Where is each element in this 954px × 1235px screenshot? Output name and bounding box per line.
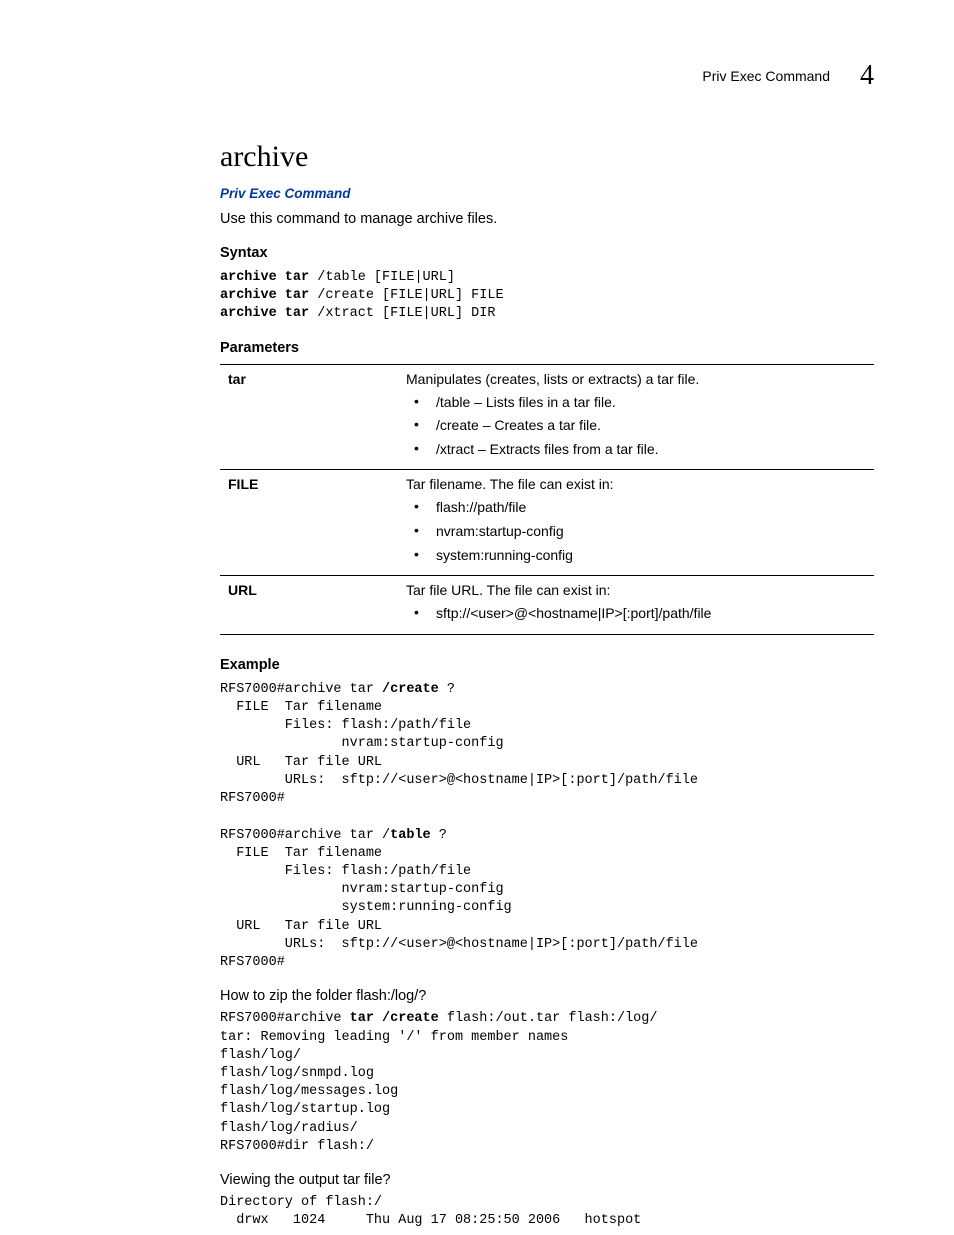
example-block: RFS7000#archive tar /create ? FILE Tar f… <box>220 681 874 973</box>
syntax-heading: Syntax <box>220 245 874 261</box>
param-cell: Tar filename. The file can exist in: fla… <box>402 470 874 576</box>
syntax-args: /create [FILE|URL] FILE <box>309 288 503 303</box>
howto-heading: Viewing the output tar file? <box>220 1172 874 1188</box>
example-heading: Example <box>220 657 874 673</box>
list-item: /table – Lists files in a tar file. <box>414 391 870 415</box>
param-bullets: /table – Lists files in a tar file. /cre… <box>406 391 870 462</box>
content: archive Priv Exec Command Use this comma… <box>220 140 874 1231</box>
param-desc: Manipulates (creates, lists or extracts)… <box>406 371 870 387</box>
param-desc: Tar file URL. The file can exist in: <box>406 582 870 598</box>
param-name: URL <box>220 576 402 635</box>
howto-block: Directory of flash:/ drwx 1024 Thu Aug 1… <box>220 1194 874 1230</box>
param-cell: Manipulates (creates, lists or extracts)… <box>402 364 874 470</box>
list-item: sftp://<user>@<hostname|IP>[:port]/path/… <box>414 602 870 626</box>
table-row: FILE Tar filename. The file can exist in… <box>220 470 874 576</box>
list-item: nvram:startup-config <box>414 520 870 544</box>
syntax-cmd: archive tar <box>220 306 309 321</box>
syntax-args: /table [FILE|URL] <box>309 270 455 285</box>
syntax-args: /xtract [FILE|URL] DIR <box>309 306 495 321</box>
example-bold: table <box>390 828 431 843</box>
description: Use this command to manage archive files… <box>220 211 874 227</box>
page-title: archive <box>220 140 874 174</box>
param-name: FILE <box>220 470 402 576</box>
param-name: tar <box>220 364 402 470</box>
howto-heading: How to zip the folder flash:/log/? <box>220 988 874 1004</box>
header-chapter-number: 4 <box>860 60 874 92</box>
page: Priv Exec Command 4 archive Priv Exec Co… <box>0 0 954 1235</box>
example-text: flash:/out.tar flash:/log/ tar: Removing… <box>220 1011 658 1154</box>
syntax-cmd: archive tar <box>220 288 309 303</box>
howto-block: RFS7000#archive tar /create flash:/out.t… <box>220 1010 874 1156</box>
syntax-block: archive tar /table [FILE|URL] archive ta… <box>220 269 874 324</box>
example-text: RFS7000#archive tar <box>220 682 382 697</box>
example-text: ? FILE Tar filename Files: flash:/path/f… <box>220 828 698 971</box>
list-item: system:running-config <box>414 544 870 568</box>
example-text: ? FILE Tar filename Files: flash:/path/f… <box>220 682 698 843</box>
param-cell: Tar file URL. The file can exist in: sft… <box>402 576 874 635</box>
breadcrumb-link[interactable]: Priv Exec Command <box>220 186 874 201</box>
example-bold: /create <box>382 682 439 697</box>
list-item: /create – Creates a tar file. <box>414 414 870 438</box>
parameters-heading: Parameters <box>220 340 874 356</box>
table-row: tar Manipulates (creates, lists or extra… <box>220 364 874 470</box>
param-bullets: sftp://<user>@<hostname|IP>[:port]/path/… <box>406 602 870 626</box>
parameters-table: tar Manipulates (creates, lists or extra… <box>220 364 874 635</box>
syntax-cmd: archive tar <box>220 270 309 285</box>
header-section: Priv Exec Command <box>702 68 830 84</box>
param-bullets: flash://path/file nvram:startup-config s… <box>406 496 870 567</box>
example-text: RFS7000#archive <box>220 1011 350 1026</box>
page-header: Priv Exec Command 4 <box>702 60 874 92</box>
list-item: /xtract – Extracts files from a tar file… <box>414 438 870 462</box>
example-bold: tar /create <box>350 1011 439 1026</box>
table-row: URL Tar file URL. The file can exist in:… <box>220 576 874 635</box>
param-desc: Tar filename. The file can exist in: <box>406 476 870 492</box>
list-item: flash://path/file <box>414 496 870 520</box>
